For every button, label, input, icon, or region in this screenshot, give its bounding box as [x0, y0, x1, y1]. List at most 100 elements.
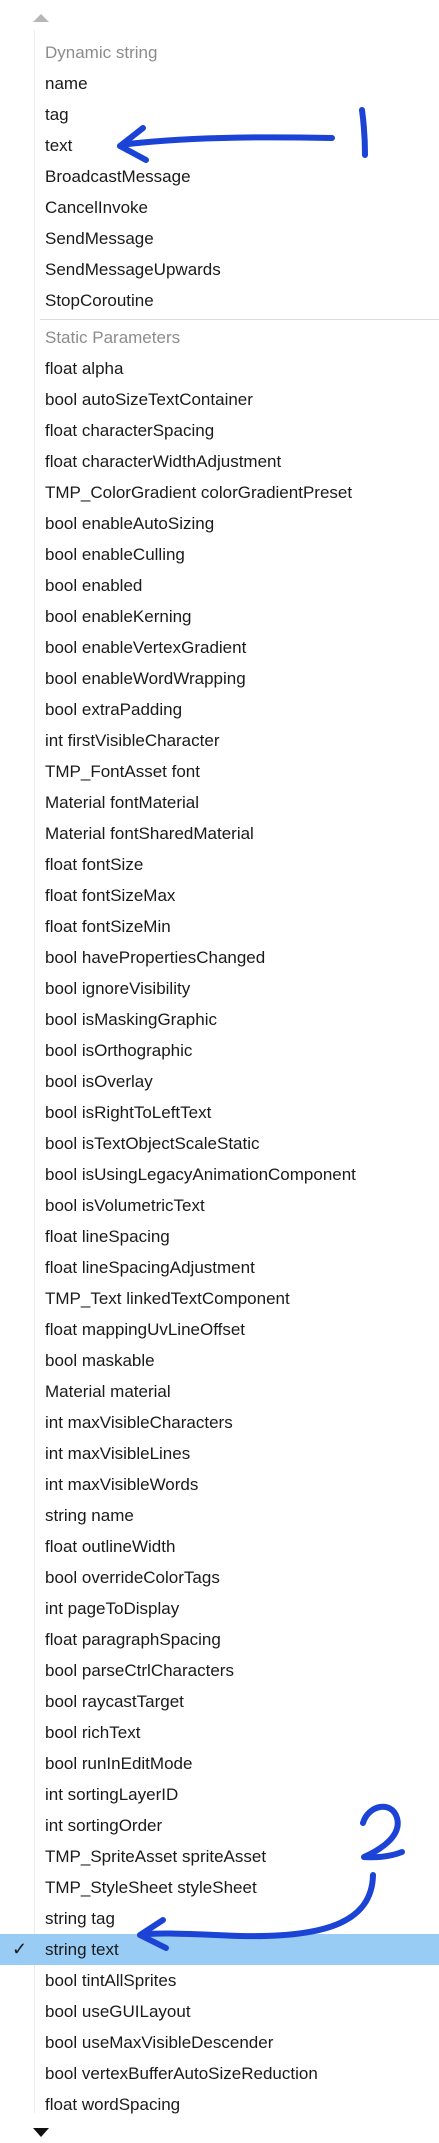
menu-item-static[interactable]: bool parseCtrlCharacters — [0, 1655, 439, 1686]
menu-item-dynamic[interactable]: BroadcastMessage — [0, 161, 439, 192]
menu-item-static[interactable]: bool isRightToLeftText — [0, 1097, 439, 1128]
menu-item-label: float alpha — [45, 359, 124, 378]
menu-item-label: bool tintAllSprites — [45, 1971, 177, 1990]
menu-item-dynamic[interactable]: tag — [0, 99, 439, 130]
menu-item-label: float lineSpacing — [45, 1227, 170, 1246]
scroll-down-arrow-icon[interactable] — [33, 2128, 49, 2137]
menu-item-dynamic[interactable]: SendMessage — [0, 223, 439, 254]
menu-item-static[interactable]: int maxVisibleLines — [0, 1438, 439, 1469]
menu-item-selected[interactable]: ✓ string text — [0, 1934, 439, 1965]
menu-item-static[interactable]: bool maskable — [0, 1345, 439, 1376]
menu-item-static[interactable]: string tag — [0, 1903, 439, 1934]
menu-item-static[interactable]: bool tintAllSprites — [0, 1965, 439, 1996]
menu-item-label: Static Parameters — [45, 328, 181, 347]
menu-item-static[interactable]: float mappingUvLineOffset — [0, 1314, 439, 1345]
menu-item-static[interactable]: bool useMaxVisibleDescender — [0, 2027, 439, 2058]
scroll-up-arrow-icon[interactable] — [33, 14, 49, 22]
menu-item-static[interactable]: float fontSizeMin — [0, 911, 439, 942]
menu-item-static[interactable]: bool enableAutoSizing — [0, 508, 439, 539]
menu-item-label: bool extraPadding — [45, 700, 183, 719]
menu-item-label: bool isOrthographic — [45, 1041, 193, 1060]
menu-item-static[interactable]: bool ignoreVisibility — [0, 973, 439, 1004]
menu-item-static[interactable]: bool runInEditMode — [0, 1748, 439, 1779]
menu-item-static[interactable]: bool autoSizeTextContainer — [0, 384, 439, 415]
menu-item-dynamic[interactable]: CancelInvoke — [0, 192, 439, 223]
menu-item-dynamic[interactable]: text — [0, 130, 439, 161]
menu-item-static[interactable]: int firstVisibleCharacter — [0, 725, 439, 756]
menu-item-static[interactable]: bool isTextObjectScaleStatic — [0, 1128, 439, 1159]
menu-item-dynamic[interactable]: name — [0, 68, 439, 99]
menu-item-static[interactable]: float characterWidthAdjustment — [0, 446, 439, 477]
menu-item-static[interactable]: bool enableKerning — [0, 601, 439, 632]
menu-item-static[interactable]: bool overrideColorTags — [0, 1562, 439, 1593]
menu-item-static[interactable]: TMP_Text linkedTextComponent — [0, 1283, 439, 1314]
menu-item-label: int sortingOrder — [45, 1816, 163, 1835]
menu-item-label: Material fontMaterial — [45, 793, 200, 812]
menu-item-label: float characterWidthAdjustment — [45, 452, 282, 471]
menu-item-label: float characterSpacing — [45, 421, 215, 440]
menu-item-static[interactable]: bool enableCulling — [0, 539, 439, 570]
menu-item-label: bool parseCtrlCharacters — [45, 1661, 234, 1680]
menu-item-static[interactable]: bool richText — [0, 1717, 439, 1748]
menu-item-static[interactable]: bool enableVertexGradient — [0, 632, 439, 663]
menu-item-static[interactable]: bool enableWordWrapping — [0, 663, 439, 694]
menu-item-static[interactable]: bool enabled — [0, 570, 439, 601]
menu-item-label: StopCoroutine — [45, 291, 154, 310]
menu-item-static[interactable]: bool isVolumetricText — [0, 1190, 439, 1221]
checkmark-icon: ✓ — [12, 1939, 28, 1959]
menu-item-label: bool ignoreVisibility — [45, 979, 191, 998]
menu-item-label: bool autoSizeTextContainer — [45, 390, 253, 409]
menu-item-label: bool isOverlay — [45, 1072, 153, 1091]
section-header-dynamic-string: Dynamic string — [0, 37, 439, 68]
menu-item-dynamic[interactable]: SendMessageUpwards — [0, 254, 439, 285]
menu-item-label: float lineSpacingAdjustment — [45, 1258, 255, 1277]
menu-item-static[interactable]: float lineSpacing — [0, 1221, 439, 1252]
menu-item-static[interactable]: int sortingLayerID — [0, 1779, 439, 1810]
menu-item-static[interactable]: Material fontSharedMaterial — [0, 818, 439, 849]
menu-item-static[interactable]: float fontSizeMax — [0, 880, 439, 911]
menu-item-static[interactable]: int pageToDisplay — [0, 1593, 439, 1624]
menu-item-label: Material material — [45, 1382, 171, 1401]
menu-item-label: bool havePropertiesChanged — [45, 948, 266, 967]
menu-item-label: bool enabled — [45, 576, 143, 595]
menu-item-label: bool maskable — [45, 1351, 155, 1370]
menu-item-label: string name — [45, 1506, 134, 1525]
menu-item-static[interactable]: float lineSpacingAdjustment — [0, 1252, 439, 1283]
menu-item-static[interactable]: int maxVisibleCharacters — [0, 1407, 439, 1438]
menu-item-label: float wordSpacing — [45, 2095, 181, 2114]
menu-item-static[interactable]: int sortingOrder — [0, 1810, 439, 1841]
menu-separator — [40, 319, 439, 320]
menu-item-static[interactable]: float outlineWidth — [0, 1531, 439, 1562]
menu-item-static[interactable]: TMP_StyleSheet styleSheet — [0, 1872, 439, 1903]
menu-item-static[interactable]: int maxVisibleWords — [0, 1469, 439, 1500]
menu-item-static[interactable]: bool isMaskingGraphic — [0, 1004, 439, 1035]
menu-item-dynamic[interactable]: StopCoroutine — [0, 285, 439, 316]
menu-item-label: float fontSize — [45, 855, 144, 874]
menu-item-static[interactable]: float characterSpacing — [0, 415, 439, 446]
menu-item-static[interactable]: float alpha — [0, 353, 439, 384]
menu-item-static[interactable]: TMP_FontAsset font — [0, 756, 439, 787]
menu-item-static[interactable]: bool raycastTarget — [0, 1686, 439, 1717]
menu-item-static[interactable]: Material material — [0, 1376, 439, 1407]
menu-item-label: TMP_SpriteAsset spriteAsset — [45, 1847, 267, 1866]
menu-item-static[interactable]: float paragraphSpacing — [0, 1624, 439, 1655]
menu-item-static[interactable]: TMP_ColorGradient colorGradientPreset — [0, 477, 439, 508]
menu-item-static[interactable]: float wordSpacing — [0, 2089, 439, 2120]
menu-item-static[interactable]: Material fontMaterial — [0, 787, 439, 818]
menu-item-static[interactable]: string name — [0, 1500, 439, 1531]
menu-item-static[interactable]: bool isOverlay — [0, 1066, 439, 1097]
menu-item-static[interactable]: bool havePropertiesChanged — [0, 942, 439, 973]
menu-item-label: bool enableKerning — [45, 607, 192, 626]
menu-item-label: name — [45, 74, 88, 93]
menu-item-label: bool overrideColorTags — [45, 1568, 220, 1587]
menu-item-label: TMP_StyleSheet styleSheet — [45, 1878, 257, 1897]
menu-item-static[interactable]: TMP_SpriteAsset spriteAsset — [0, 1841, 439, 1872]
menu-item-label: CancelInvoke — [45, 198, 149, 217]
menu-item-static[interactable]: bool extraPadding — [0, 694, 439, 725]
menu-item-static[interactable]: float fontSize — [0, 849, 439, 880]
menu-item-static[interactable]: bool isUsingLegacyAnimationComponent — [0, 1159, 439, 1190]
menu-item-static[interactable]: bool vertexBufferAutoSizeReduction — [0, 2058, 439, 2089]
menu-item-static[interactable]: bool useGUILayout — [0, 1996, 439, 2027]
menu-item-label: bool useGUILayout — [45, 2002, 191, 2021]
menu-item-static[interactable]: bool isOrthographic — [0, 1035, 439, 1066]
